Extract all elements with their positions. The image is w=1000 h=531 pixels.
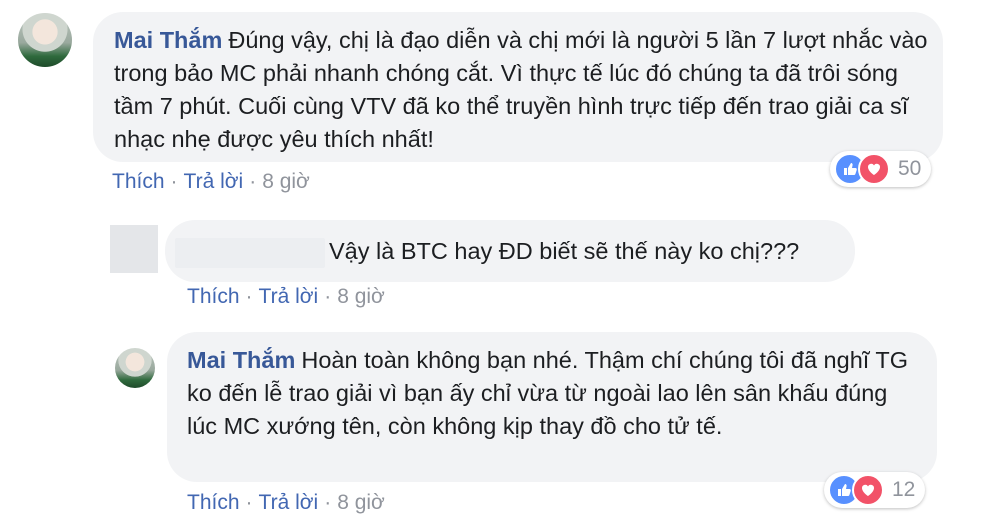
reply-link[interactable]: Trả lời bbox=[259, 491, 319, 514]
separator-dot: · bbox=[245, 285, 253, 308]
reaction-count: 12 bbox=[892, 478, 916, 501]
comment-body: Mai Thắm Đúng vậy, chị là đạo diễn và chị… bbox=[114, 24, 929, 156]
comment-body: Vậy là BTC hay ĐD biết sẽ thế này ko chị… bbox=[175, 235, 799, 268]
separator-dot: · bbox=[245, 491, 253, 514]
reply-link[interactable]: Trả lời bbox=[184, 170, 244, 193]
separator-dot: · bbox=[324, 285, 332, 308]
comment-author[interactable]: Mai Thắm bbox=[187, 347, 295, 373]
comment-time[interactable]: 8 giờ bbox=[262, 170, 310, 193]
comment-author[interactable]: Mai Thắm bbox=[114, 27, 222, 53]
reply-link[interactable]: Trả lời bbox=[259, 285, 319, 308]
separator-dot: · bbox=[324, 491, 332, 514]
comment-actions: Thích · Trả lời · 8 giờ bbox=[187, 491, 385, 515]
reaction-summary[interactable]: 12 bbox=[824, 472, 926, 508]
separator-dot: · bbox=[170, 170, 178, 193]
comment-actions: Thích · Trả lời · 8 giờ bbox=[112, 170, 310, 194]
comment-bubble: Vậy là BTC hay ĐD biết sẽ thế này ko chị… bbox=[165, 220, 855, 282]
separator-dot: · bbox=[249, 170, 257, 193]
reaction-summary[interactable]: 50 bbox=[830, 151, 932, 187]
comment-text: Vậy là BTC hay ĐD biết sẽ thế này ko chị… bbox=[329, 238, 800, 264]
like-link[interactable]: Thích bbox=[112, 170, 165, 193]
commenter-avatar[interactable] bbox=[18, 13, 72, 67]
love-reaction-icon bbox=[858, 153, 890, 185]
comment-body: Mai Thắm Hoàn toàn không bạn nhé. Thậm ch… bbox=[187, 344, 922, 443]
reaction-count: 50 bbox=[898, 157, 922, 180]
comment-time[interactable]: 8 giờ bbox=[337, 285, 385, 308]
comment-time[interactable]: 8 giờ bbox=[337, 491, 385, 514]
comment-text: Hoàn toàn không bạn nhé. Thậm chí chúng … bbox=[187, 347, 909, 439]
redacted-author-name bbox=[175, 237, 325, 268]
comment-bubble: Mai Thắm Đúng vậy, chị là đạo diễn và chị… bbox=[93, 12, 943, 162]
like-link[interactable]: Thích bbox=[187, 491, 240, 514]
comment-actions: Thích · Trả lời · 8 giờ bbox=[187, 285, 385, 309]
comment-bubble: Mai Thắm Hoàn toàn không bạn nhé. Thậm ch… bbox=[167, 332, 937, 482]
commenter-avatar[interactable] bbox=[110, 225, 158, 273]
commenter-avatar[interactable] bbox=[115, 348, 155, 388]
like-link[interactable]: Thích bbox=[187, 285, 240, 308]
love-reaction-icon bbox=[852, 474, 884, 506]
comment-text: Đúng vậy, chị là đạo diễn và chị mới là … bbox=[114, 27, 928, 152]
